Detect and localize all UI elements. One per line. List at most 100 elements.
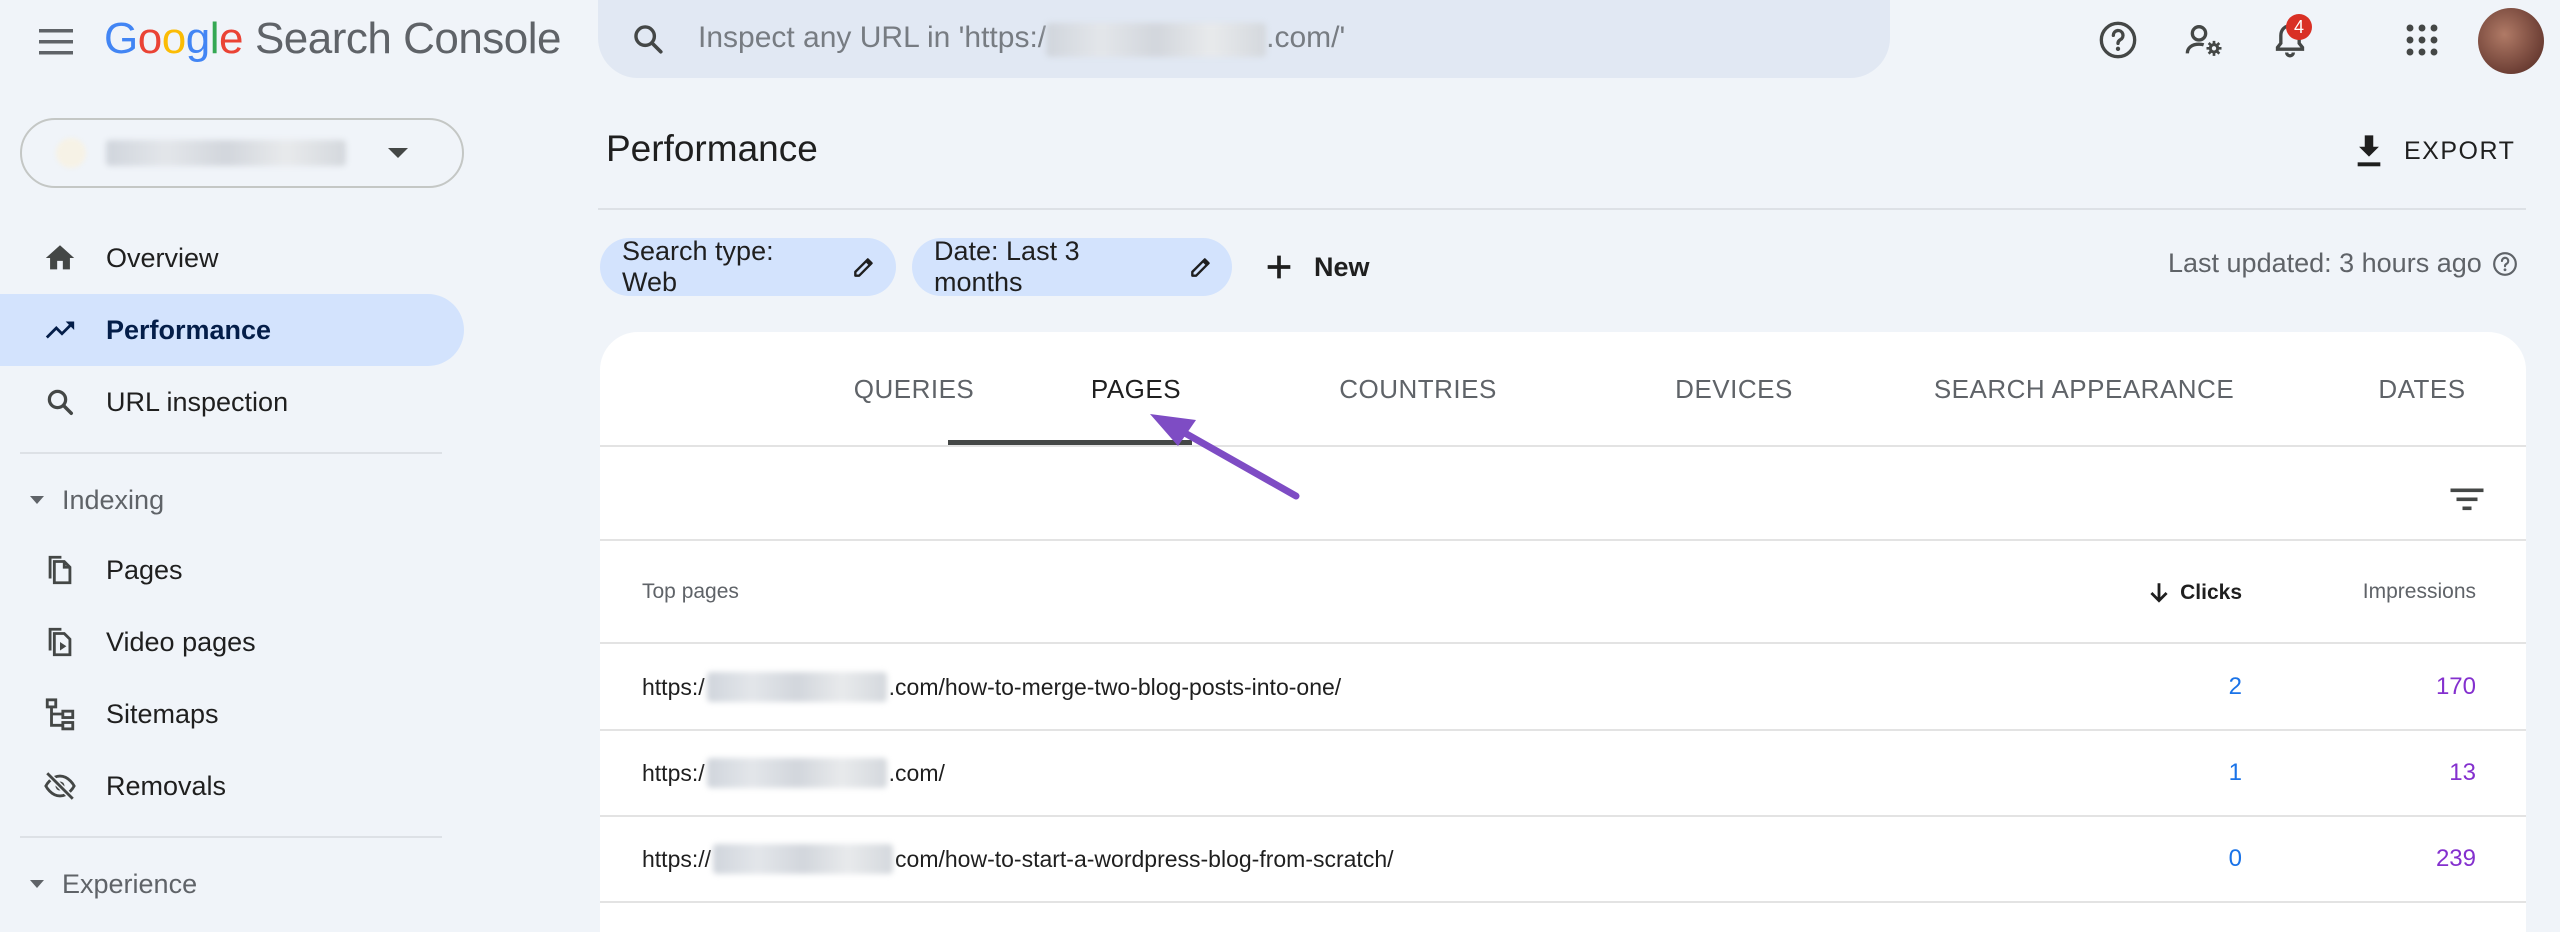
url-suffix: com/how-to-start-a-wordpress-blog-from-s… (895, 845, 1394, 872)
sidebar-divider (20, 452, 442, 454)
column-header-top-pages: Top pages (642, 580, 739, 603)
placeholder-prefix: Inspect any URL in 'https:/ (698, 21, 1047, 55)
edit-icon (1187, 253, 1214, 281)
redacted-domain (1046, 22, 1267, 57)
add-icon (1267, 255, 1291, 279)
page-url: https:/ .com/ (642, 730, 945, 816)
nav-item-label: Sitemaps (106, 698, 219, 729)
notification-count-badge: 4 (2286, 14, 2312, 40)
tab-label: PAGES (1090, 373, 1182, 404)
nav-item-label: Overview (106, 242, 219, 273)
column-header-clicks[interactable]: Clicks (2146, 580, 2242, 606)
toolbar-divider (600, 539, 2526, 541)
search-placeholder: Inspect any URL in 'https:/ .com/' (698, 21, 1346, 57)
arrow-down-icon (2150, 583, 2168, 603)
clicks-value: 2 (2228, 673, 2242, 700)
redacted-domain (706, 672, 887, 702)
logo-letter: o (137, 14, 162, 63)
help-icon[interactable] (2492, 251, 2518, 277)
last-updated-text: Last updated: 3 hours ago (2168, 248, 2482, 278)
url-suffix: .com/how-to-merge-two-blog-posts-into-on… (888, 673, 1342, 700)
impressions-value: 13 (2449, 759, 2476, 786)
placeholder-suffix: .com/' (1266, 21, 1346, 55)
table-row[interactable]: https:/ .com/how-to-merge-two-blog-posts-… (600, 644, 2526, 730)
avatar[interactable] (2478, 8, 2544, 74)
sidebar-divider (20, 836, 442, 838)
row-divider (600, 901, 2526, 903)
tab-label: SEARCH APPEARANCE (1933, 373, 2235, 404)
url-inspection-search-bar[interactable]: Inspect any URL in 'https:/ .com/' (598, 0, 1890, 78)
tab-label: DATES (2378, 373, 2466, 404)
nav-item-label: Removals (106, 770, 227, 801)
nav-item-performance[interactable]: Performance (0, 294, 464, 366)
table-row[interactable]: https:/ .com/ 1 13 (600, 730, 2526, 816)
chevron-down-icon (388, 148, 408, 158)
help-icon (2099, 21, 2137, 59)
filter-rows-button[interactable] (2440, 472, 2494, 526)
page-title: Performance (606, 128, 818, 169)
section-experience[interactable]: Experience (0, 854, 464, 914)
notifications-button[interactable]: 4 (2262, 12, 2318, 68)
property-selector[interactable] (20, 118, 464, 188)
nav-item-removals[interactable]: Removals (0, 750, 464, 822)
tab-dates[interactable]: DATES (2222, 332, 2526, 446)
clicks-label: Clicks (2180, 581, 2242, 604)
google-search-console-logo[interactable]: Google Search Console (104, 12, 562, 66)
section-label: Indexing (62, 484, 165, 515)
new-filter-button[interactable]: New (1262, 238, 1370, 296)
page-url: https:// com/how-to-start-a-wordpress-blo… (642, 816, 1394, 902)
url-prefix: https:// (642, 845, 712, 872)
impressions-value: 239 (2435, 845, 2476, 872)
help-button[interactable] (2090, 12, 2146, 68)
clicks-value: 0 (2228, 845, 2242, 872)
collapse-arrow-icon (30, 880, 44, 888)
nav-item-label: Pages (106, 554, 183, 585)
nav-item-label: Video pages (106, 626, 256, 657)
home-icon (40, 238, 80, 278)
export-label: EXPORT (2404, 136, 2516, 165)
sitemap-icon (40, 694, 80, 734)
export-button[interactable]: EXPORT (2352, 126, 2515, 176)
redacted-property-name (106, 140, 346, 166)
nav-item-label: Performance (106, 314, 272, 345)
column-header-impressions[interactable]: Impressions (2363, 580, 2476, 604)
search-icon (628, 19, 668, 59)
tabs-divider (600, 445, 2526, 447)
menu-button[interactable] (30, 16, 82, 68)
performance-card: QUERIES PAGES COUNTRIES DEVICES SEARCH A… (600, 332, 2526, 932)
last-updated: Last updated: 3 hours ago (2168, 248, 2518, 279)
impressions-value: 170 (2435, 673, 2476, 700)
filter-chip-date[interactable]: Date: Last 3 months (912, 236, 1232, 297)
chip-label: Date: Last 3 months (934, 236, 1080, 297)
url-prefix: https:/ (642, 759, 705, 786)
table-row[interactable]: https:// com/how-to-start-a-wordpress-blo… (600, 816, 2526, 902)
clicks-value: 1 (2228, 759, 2242, 786)
redacted-domain (713, 844, 894, 874)
section-indexing[interactable]: Indexing (0, 470, 464, 530)
section-label: Experience (62, 868, 198, 899)
filter-chip-search-type[interactable]: Search type: Web (600, 236, 896, 297)
logo-letter: l (209, 14, 220, 63)
manage-users-button[interactable] (2176, 12, 2232, 68)
logo-letter: e (218, 14, 243, 63)
logo-letter: g (185, 14, 210, 63)
logo-letter: o (161, 14, 186, 63)
chip-label: Search type: Web (622, 236, 774, 297)
logo-letter: G (104, 14, 138, 63)
filter-icon (2450, 488, 2484, 511)
header-divider (598, 208, 2526, 210)
nav-item-sitemaps[interactable]: Sitemaps (0, 678, 464, 750)
product-name: Search Console (254, 14, 562, 63)
url-prefix: https:/ (642, 673, 705, 700)
nav-item-url-inspection[interactable]: URL inspection (0, 366, 464, 438)
apps-button[interactable] (2394, 12, 2450, 68)
property-favicon (56, 138, 86, 168)
menu-icon (39, 29, 73, 55)
nav-item-pages[interactable]: Pages (0, 534, 464, 606)
nav-item-label: URL inspection (106, 386, 289, 417)
removals-icon (40, 766, 80, 806)
nav-item-overview[interactable]: Overview (0, 222, 464, 294)
tab-label: DEVICES (1675, 373, 1793, 404)
nav-item-video-pages[interactable]: Video pages (0, 606, 464, 678)
download-icon (2357, 135, 2381, 167)
